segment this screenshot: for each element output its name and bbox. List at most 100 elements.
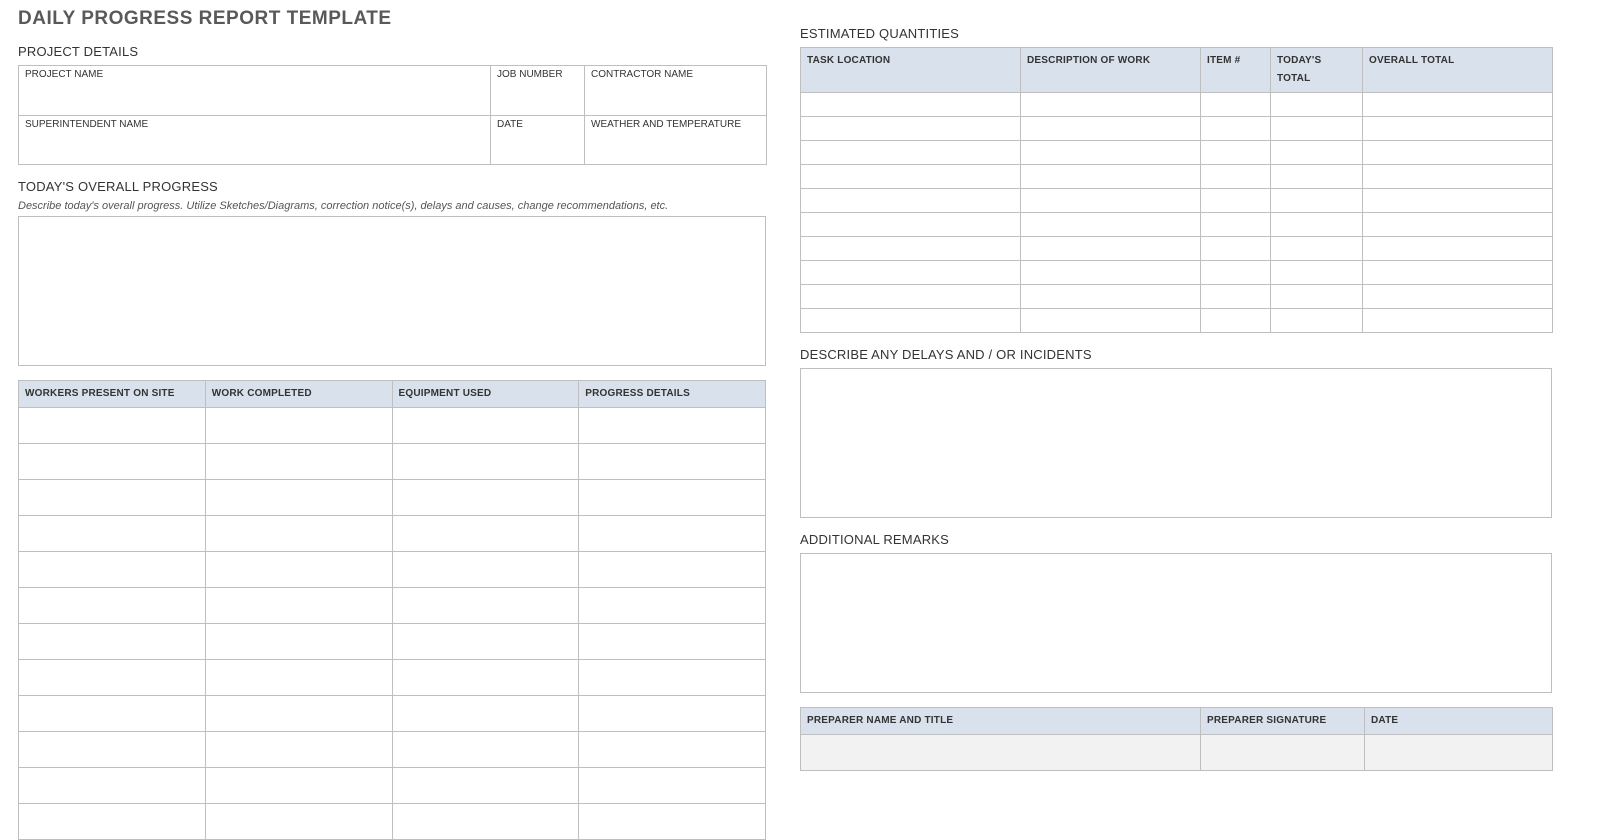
table-cell[interactable] <box>392 804 579 840</box>
table-cell[interactable] <box>19 804 206 840</box>
table-cell[interactable] <box>1363 309 1553 333</box>
table-cell[interactable] <box>1271 93 1363 117</box>
table-cell[interactable] <box>1201 93 1271 117</box>
table-cell[interactable] <box>205 444 392 480</box>
table-cell[interactable] <box>579 408 766 444</box>
table-cell[interactable] <box>1363 237 1553 261</box>
table-cell[interactable] <box>205 624 392 660</box>
table-cell[interactable] <box>1363 93 1553 117</box>
table-cell[interactable] <box>19 696 206 732</box>
table-cell[interactable] <box>19 480 206 516</box>
table-cell[interactable] <box>1201 285 1271 309</box>
table-cell[interactable] <box>801 237 1021 261</box>
table-cell[interactable] <box>579 732 766 768</box>
table-cell[interactable] <box>1201 165 1271 189</box>
table-cell[interactable] <box>579 480 766 516</box>
input-contractor-name[interactable] <box>585 83 767 115</box>
table-cell[interactable] <box>1021 165 1201 189</box>
table-cell[interactable] <box>1201 117 1271 141</box>
table-cell[interactable] <box>392 408 579 444</box>
table-cell[interactable] <box>1363 213 1553 237</box>
table-cell[interactable] <box>1021 309 1201 333</box>
table-cell[interactable] <box>801 141 1021 165</box>
table-cell[interactable] <box>1271 309 1363 333</box>
table-cell[interactable] <box>801 261 1021 285</box>
table-cell[interactable] <box>1363 141 1553 165</box>
table-cell[interactable] <box>1021 141 1201 165</box>
table-cell[interactable] <box>579 624 766 660</box>
table-cell[interactable] <box>392 516 579 552</box>
preparer-date-cell[interactable] <box>1365 735 1553 771</box>
table-cell[interactable] <box>19 660 206 696</box>
overall-progress-box[interactable] <box>18 216 766 366</box>
table-cell[interactable] <box>392 552 579 588</box>
table-cell[interactable] <box>1021 117 1201 141</box>
preparer-name-cell[interactable] <box>801 735 1201 771</box>
table-cell[interactable] <box>1271 117 1363 141</box>
table-cell[interactable] <box>1021 285 1201 309</box>
table-cell[interactable] <box>392 696 579 732</box>
table-cell[interactable] <box>392 480 579 516</box>
table-cell[interactable] <box>205 408 392 444</box>
table-cell[interactable] <box>801 309 1021 333</box>
table-cell[interactable] <box>19 732 206 768</box>
table-cell[interactable] <box>1363 189 1553 213</box>
table-cell[interactable] <box>579 660 766 696</box>
table-cell[interactable] <box>19 552 206 588</box>
input-date[interactable] <box>491 133 585 165</box>
table-cell[interactable] <box>205 804 392 840</box>
table-cell[interactable] <box>205 768 392 804</box>
input-superintendent-name[interactable] <box>19 133 491 165</box>
table-cell[interactable] <box>579 444 766 480</box>
table-cell[interactable] <box>1021 237 1201 261</box>
table-cell[interactable] <box>1201 141 1271 165</box>
table-cell[interactable] <box>1201 213 1271 237</box>
table-cell[interactable] <box>1271 261 1363 285</box>
table-cell[interactable] <box>205 660 392 696</box>
table-cell[interactable] <box>392 768 579 804</box>
table-cell[interactable] <box>579 768 766 804</box>
table-cell[interactable] <box>205 480 392 516</box>
table-cell[interactable] <box>1363 165 1553 189</box>
table-cell[interactable] <box>392 732 579 768</box>
table-cell[interactable] <box>1363 117 1553 141</box>
table-cell[interactable] <box>1363 261 1553 285</box>
table-cell[interactable] <box>801 165 1021 189</box>
table-cell[interactable] <box>19 768 206 804</box>
table-cell[interactable] <box>1271 237 1363 261</box>
table-cell[interactable] <box>1271 141 1363 165</box>
table-cell[interactable] <box>1021 261 1201 285</box>
table-cell[interactable] <box>1201 261 1271 285</box>
table-cell[interactable] <box>1271 165 1363 189</box>
table-cell[interactable] <box>1363 285 1553 309</box>
table-cell[interactable] <box>1201 189 1271 213</box>
input-job-number[interactable] <box>491 83 585 115</box>
table-cell[interactable] <box>392 444 579 480</box>
input-project-name[interactable] <box>19 83 491 115</box>
table-cell[interactable] <box>801 117 1021 141</box>
table-cell[interactable] <box>801 285 1021 309</box>
table-cell[interactable] <box>1021 189 1201 213</box>
table-cell[interactable] <box>1271 213 1363 237</box>
input-weather[interactable] <box>585 133 767 165</box>
remarks-box[interactable] <box>800 553 1552 693</box>
table-cell[interactable] <box>1201 237 1271 261</box>
table-cell[interactable] <box>19 408 206 444</box>
table-cell[interactable] <box>801 93 1021 117</box>
table-cell[interactable] <box>205 732 392 768</box>
table-cell[interactable] <box>579 516 766 552</box>
table-cell[interactable] <box>19 516 206 552</box>
table-cell[interactable] <box>19 588 206 624</box>
table-cell[interactable] <box>19 444 206 480</box>
table-cell[interactable] <box>579 696 766 732</box>
table-cell[interactable] <box>579 588 766 624</box>
preparer-signature-cell[interactable] <box>1201 735 1365 771</box>
table-cell[interactable] <box>579 552 766 588</box>
table-cell[interactable] <box>1201 309 1271 333</box>
table-cell[interactable] <box>205 516 392 552</box>
table-cell[interactable] <box>1271 285 1363 309</box>
table-cell[interactable] <box>392 588 579 624</box>
table-cell[interactable] <box>579 804 766 840</box>
table-cell[interactable] <box>205 552 392 588</box>
table-cell[interactable] <box>1271 189 1363 213</box>
